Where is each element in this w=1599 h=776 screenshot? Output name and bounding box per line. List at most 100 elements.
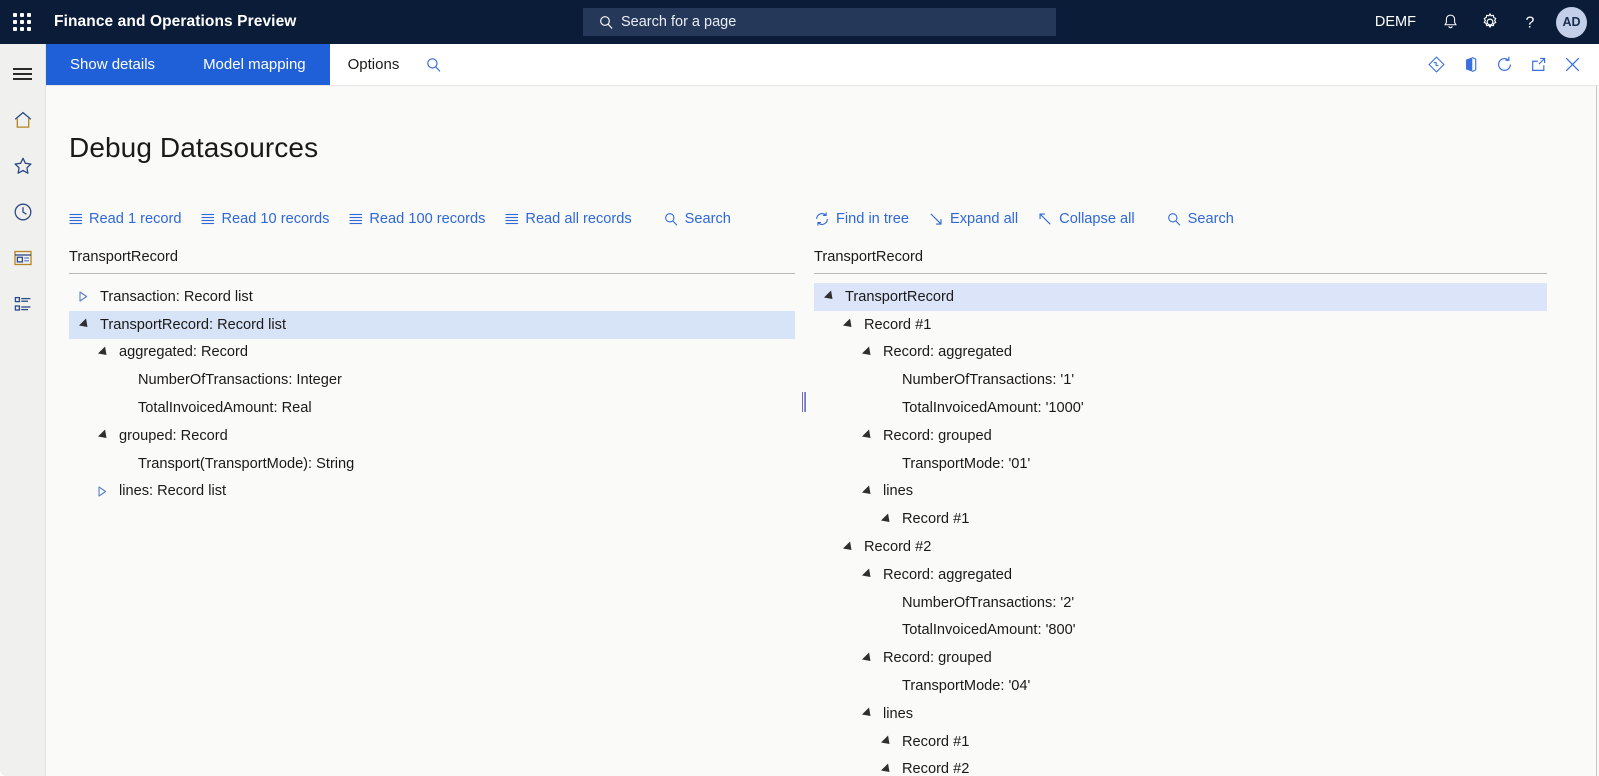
pane-splitter[interactable] [797, 86, 811, 776]
topbar-right-cluster: DEMF ? AD [1375, 0, 1599, 44]
home-icon[interactable] [0, 100, 45, 140]
options-button[interactable]: Options [330, 44, 418, 86]
recent-clock-icon[interactable] [0, 192, 45, 232]
read-all-records-button[interactable]: Read all records [505, 211, 632, 227]
expanded-triangle-icon[interactable] [861, 652, 875, 665]
workspaces-icon[interactable] [0, 238, 45, 278]
tree-node-label: TotalInvoicedAmount: Real [138, 400, 312, 417]
tree-node[interactable]: TransportMode: '01' [814, 450, 1547, 478]
modules-list-icon[interactable] [0, 284, 45, 324]
collapse-arrow-icon [1038, 212, 1053, 227]
tree-node-label: TransportRecord: Record list [100, 316, 286, 333]
expanded-triangle-icon[interactable] [861, 568, 875, 581]
tree-node[interactable]: Record #2 [814, 533, 1547, 561]
tree-node[interactable]: Record: aggregated [814, 561, 1547, 589]
splitter-grip-icon [802, 392, 807, 412]
expanded-triangle-icon[interactable] [97, 346, 111, 359]
tree-node-label: TransportMode: '04' [902, 678, 1031, 695]
expanded-triangle-icon[interactable] [842, 318, 856, 331]
tree-node[interactable]: lines [814, 478, 1547, 506]
notifications-icon[interactable] [1430, 0, 1470, 44]
collapse-all-button[interactable]: Collapse all [1038, 211, 1135, 227]
tree-node[interactable]: Record: grouped [814, 422, 1547, 450]
tree-node[interactable]: Record #1 [814, 311, 1547, 339]
expanded-triangle-icon[interactable] [880, 735, 894, 748]
tree-node[interactable]: TotalInvoicedAmount: Real [69, 394, 795, 422]
tree-node[interactable]: Record: aggregated [814, 339, 1547, 367]
tree-node[interactable]: NumberOfTransactions: Integer [69, 366, 795, 394]
expanded-triangle-icon[interactable] [880, 513, 894, 526]
collapsed-triangle-icon[interactable] [98, 486, 107, 497]
popout-icon[interactable] [1521, 44, 1555, 86]
expanded-triangle-icon[interactable] [861, 429, 875, 442]
tree-node[interactable]: Transaction: Record list [69, 283, 795, 311]
tree-node[interactable]: aggregated: Record [69, 339, 795, 367]
expanded-triangle-icon[interactable] [842, 541, 856, 554]
tree-node-label: Record #2 [902, 761, 970, 776]
expand-all-button[interactable]: Expand all [929, 211, 1018, 227]
tree-node[interactable]: TransportMode: '04' [814, 672, 1547, 700]
tree-node[interactable]: Record #2 [814, 756, 1547, 776]
tree-node[interactable]: lines: Record list [69, 478, 795, 506]
tree-node[interactable]: TransportRecord: Record list [69, 310, 795, 339]
help-icon[interactable]: ? [1510, 0, 1550, 44]
close-icon[interactable] [1555, 44, 1589, 86]
tree-node[interactable]: Record: grouped [814, 644, 1547, 672]
tree-node-label: lines [883, 483, 914, 500]
company-selector[interactable]: DEMF [1375, 14, 1416, 30]
tab-model-mapping[interactable]: Model mapping [179, 44, 330, 86]
expanded-triangle-icon[interactable] [823, 290, 837, 303]
expanded-triangle-icon[interactable] [861, 346, 875, 359]
command-label: Search [1187, 211, 1234, 227]
tree-node-label: lines: Record list [119, 483, 227, 500]
tree-node-label: grouped: Record [119, 427, 228, 444]
favorites-star-icon[interactable] [0, 146, 45, 186]
command-label: Read all records [525, 211, 632, 227]
tree-node[interactable]: NumberOfTransactions: '1' [814, 366, 1547, 394]
left-tree[interactable]: Transaction: Record list TransportRecord:… [69, 283, 795, 505]
expanded-triangle-icon[interactable] [880, 763, 894, 776]
tree-node[interactable]: Record #1 [814, 505, 1547, 533]
read-10-records-button[interactable]: Read 10 records [201, 211, 329, 227]
tree-node[interactable]: Record #1 [814, 728, 1547, 756]
office-export-icon[interactable] [1453, 44, 1487, 86]
expanded-triangle-icon[interactable] [861, 707, 875, 720]
tab-show-details[interactable]: Show details [46, 44, 179, 86]
tree-node[interactable]: Transport(TransportMode): String [69, 450, 795, 478]
app-title: Finance and Operations Preview [54, 13, 297, 30]
read-100-records-button[interactable]: Read 100 records [349, 211, 485, 227]
collapsed-triangle-icon[interactable] [79, 291, 88, 302]
find-in-tree-button[interactable]: Find in tree [814, 211, 909, 227]
hamburger-menu[interactable] [0, 54, 45, 94]
right-tree[interactable]: TransportRecord Record #1 Record: aggregat… [814, 283, 1547, 776]
expanded-triangle-icon[interactable] [861, 485, 875, 498]
command-label: Read 10 records [221, 211, 330, 227]
search-icon[interactable] [417, 44, 451, 86]
expanded-triangle-icon[interactable] [78, 318, 92, 331]
avatar[interactable]: AD [1556, 6, 1587, 38]
read-1-record-button[interactable]: Read 1 record [69, 211, 181, 227]
attachments-icon[interactable] [1419, 44, 1453, 86]
tree-node[interactable]: lines [814, 700, 1547, 728]
tree-node[interactable]: grouped: Record [69, 422, 795, 450]
refresh-icon[interactable] [1487, 44, 1521, 86]
right-search-button[interactable]: Search [1167, 211, 1234, 227]
settings-icon[interactable] [1470, 0, 1510, 44]
tree-node-label: Record: aggregated [883, 566, 1012, 583]
expanded-triangle-icon[interactable] [97, 429, 111, 442]
app-launcher-icon[interactable] [0, 0, 44, 44]
left-search-button[interactable]: Search [664, 211, 731, 227]
tree-node-label: aggregated: Record [119, 344, 248, 361]
left-navigation-rail [0, 44, 45, 776]
tree-node[interactable]: TotalInvoicedAmount: '1000' [814, 394, 1547, 422]
right-panel-toolbar: Find in tree Expand all Collapse all Sea… [814, 211, 1254, 227]
tree-node[interactable]: TransportRecord [814, 283, 1547, 311]
list-icon [505, 213, 519, 226]
tree-node[interactable]: TotalInvoicedAmount: '800' [814, 617, 1547, 645]
tree-node[interactable]: NumberOfTransactions: '2' [814, 589, 1547, 617]
svg-text:?: ? [1526, 15, 1535, 32]
search-input[interactable]: Search for a page [583, 8, 1056, 36]
command-label: Read 100 records [369, 211, 486, 227]
list-icon [201, 213, 215, 226]
tree-node-label: Record #1 [902, 511, 970, 528]
